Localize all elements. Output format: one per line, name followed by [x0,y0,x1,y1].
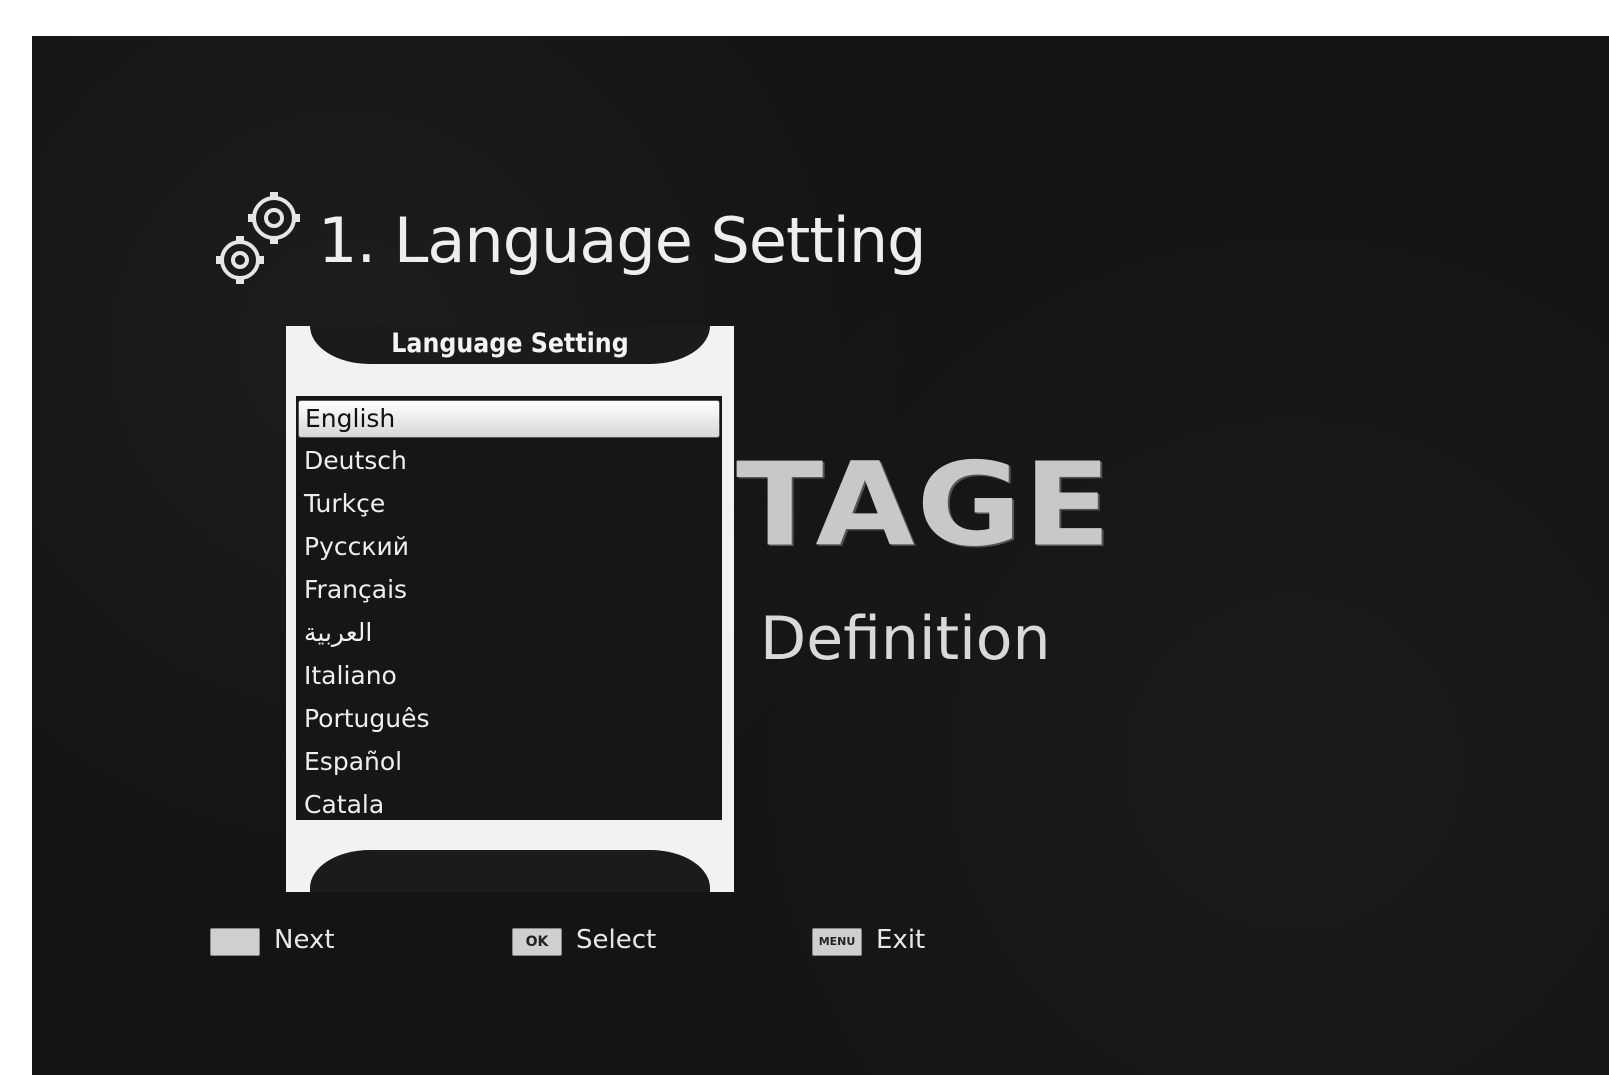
language-option-label: Turkçe [304,489,386,518]
language-list: English Deutsch Turkçe Русский Français … [296,396,722,820]
language-option-label: Español [304,747,403,776]
language-option-catala[interactable]: Catala [296,784,722,826]
menu-key-icon: MENU [812,928,862,956]
hint-select-label: Select [576,925,657,955]
dialog-title: Language Setting [391,328,629,359]
language-option-label: Русский [304,532,409,561]
page-title: 1. Language Setting [318,204,927,277]
language-option-deutsch[interactable]: Deutsch [296,440,722,482]
language-option-english[interactable]: English [298,400,720,438]
ok-key-icon: OK [512,928,562,956]
language-option-russian[interactable]: Русский [296,526,722,568]
brand-logo-text: TAGE [736,438,1113,573]
language-option-label: العربية [304,618,373,647]
dialog-footer-cap [310,850,710,892]
language-option-label: Português [304,704,430,733]
language-option-francais[interactable]: Français [296,569,722,611]
language-option-label: Deutsch [304,446,407,475]
tv-screen: 1. Language Setting TAGE Definition Lang… [32,36,1609,1075]
language-dialog: Language Setting English Deutsch Turkçe … [286,326,734,892]
language-option-arabic[interactable]: العربية [296,612,722,654]
hint-exit-label: Exit [876,925,926,955]
language-option-portugues[interactable]: Português [296,698,722,740]
gear-icon [216,192,300,284]
language-option-label: Français [304,575,408,604]
language-option-label: Italiano [304,661,397,690]
brand-subtitle: Definition [760,604,1051,674]
language-option-italiano[interactable]: Italiano [296,655,722,697]
language-option-label: English [305,404,396,433]
language-option-espanol[interactable]: Español [296,741,722,783]
language-option-turkce[interactable]: Turkçe [296,483,722,525]
next-key-icon [210,928,260,956]
hint-next-label: Next [274,925,335,955]
language-option-label: Catala [304,790,385,819]
